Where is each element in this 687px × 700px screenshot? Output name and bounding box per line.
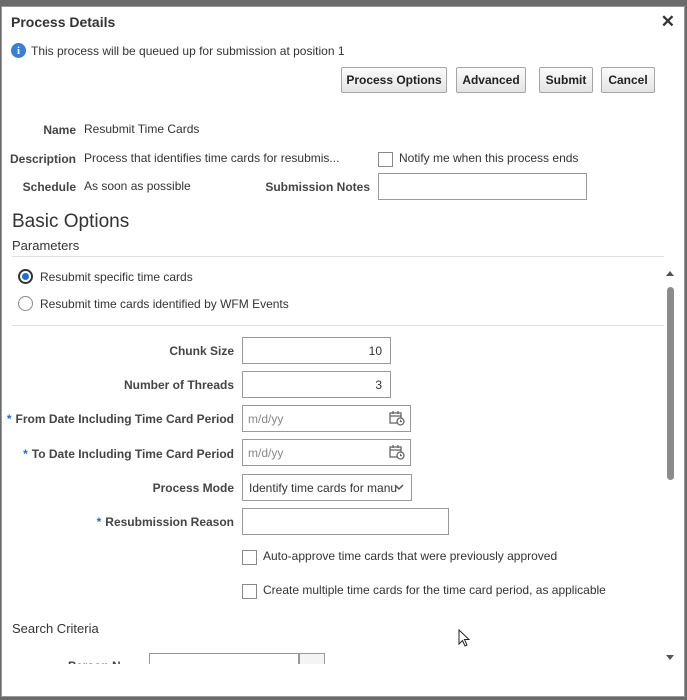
to-date-input[interactable]: m/d/yy — [242, 439, 411, 466]
notify-label: Notify me when this process ends — [399, 151, 579, 165]
required-marker: * — [23, 447, 28, 461]
schedule-value: As soon as possible — [84, 179, 191, 193]
threads-label: Number of Threads — [123, 378, 234, 392]
search-criteria-heading: Search Criteria — [12, 621, 99, 636]
process-mode-select[interactable]: Identify time cards for manu — [242, 474, 412, 501]
resubmission-reason-label: * Resubmission Reason — [96, 515, 234, 529]
close-icon[interactable]: ✕ — [661, 12, 675, 32]
advanced-button[interactable]: Advanced — [456, 67, 526, 93]
chunk-size-input[interactable]: 10 — [242, 337, 391, 364]
description-value: Process that identifies time cards for r… — [84, 151, 340, 165]
to-date-label: * To Date Including Time Card Period — [23, 447, 234, 461]
from-date-placeholder: m/d/yy — [248, 412, 284, 426]
basic-options-heading: Basic Options — [12, 211, 130, 232]
scroll-down-arrow-icon[interactable] — [665, 652, 675, 662]
submit-button[interactable]: Submit — [539, 67, 593, 93]
notify-checkbox[interactable] — [378, 152, 393, 167]
name-label: Name — [43, 123, 76, 137]
resubmit-wfm-label: Resubmit time cards identified by WFM Ev… — [40, 297, 289, 311]
resubmit-wfm-radio[interactable] — [18, 296, 33, 311]
parameters-divider — [12, 256, 664, 257]
auto-approve-label: Auto-approve time cards that were previo… — [263, 549, 558, 563]
scroll-area-bottom-mask — [2, 664, 664, 696]
required-marker: * — [96, 515, 102, 529]
threads-input[interactable]: 3 — [242, 371, 391, 398]
process-mode-label: Process Mode — [152, 481, 234, 495]
radio-divider — [12, 325, 664, 326]
submission-notes-label: Submission Notes — [265, 180, 370, 194]
schedule-label: Schedule — [22, 180, 76, 194]
process-mode-value: Identify time cards for manu — [249, 481, 398, 495]
resubmit-specific-label: Resubmit specific time cards — [40, 270, 193, 284]
auto-approve-checkbox[interactable] — [242, 550, 257, 565]
scroll-thumb[interactable] — [667, 287, 674, 480]
process-details-dialog: Process Details ✕ i This process will be… — [1, 6, 685, 697]
calendar-icon[interactable] — [389, 410, 405, 426]
from-date-label: * From Date Including Time Card Period — [6, 412, 234, 426]
description-label: Description — [9, 152, 76, 166]
required-marker: * — [6, 412, 12, 426]
multiple-time-cards-checkbox[interactable] — [242, 584, 257, 599]
chevron-down-icon — [394, 484, 404, 491]
submission-notes-input[interactable] — [378, 173, 587, 200]
multiple-time-cards-label: Create multiple time cards for the time … — [263, 583, 606, 597]
queue-info-text: This process will be queued up for submi… — [31, 43, 345, 58]
calendar-icon[interactable] — [389, 444, 405, 460]
resubmission-reason-input[interactable] — [242, 508, 449, 535]
to-date-placeholder: m/d/yy — [248, 446, 284, 460]
queue-info-message: i This process will be queued up for sub… — [11, 43, 345, 58]
mouse-cursor-icon — [458, 629, 471, 647]
scroll-up-arrow-icon[interactable] — [665, 269, 675, 279]
scrollbar[interactable] — [665, 270, 675, 668]
info-icon: i — [11, 43, 26, 58]
cancel-button[interactable]: Cancel — [601, 67, 655, 93]
parameters-heading: Parameters — [12, 238, 80, 253]
resubmit-specific-radio[interactable] — [18, 269, 33, 284]
chunk-size-label: Chunk Size — [169, 344, 234, 358]
process-options-button[interactable]: Process Options — [341, 67, 447, 93]
dialog-title: Process Details — [11, 14, 116, 30]
from-date-input[interactable]: m/d/yy — [242, 405, 411, 432]
name-value: Resubmit Time Cards — [84, 122, 200, 136]
